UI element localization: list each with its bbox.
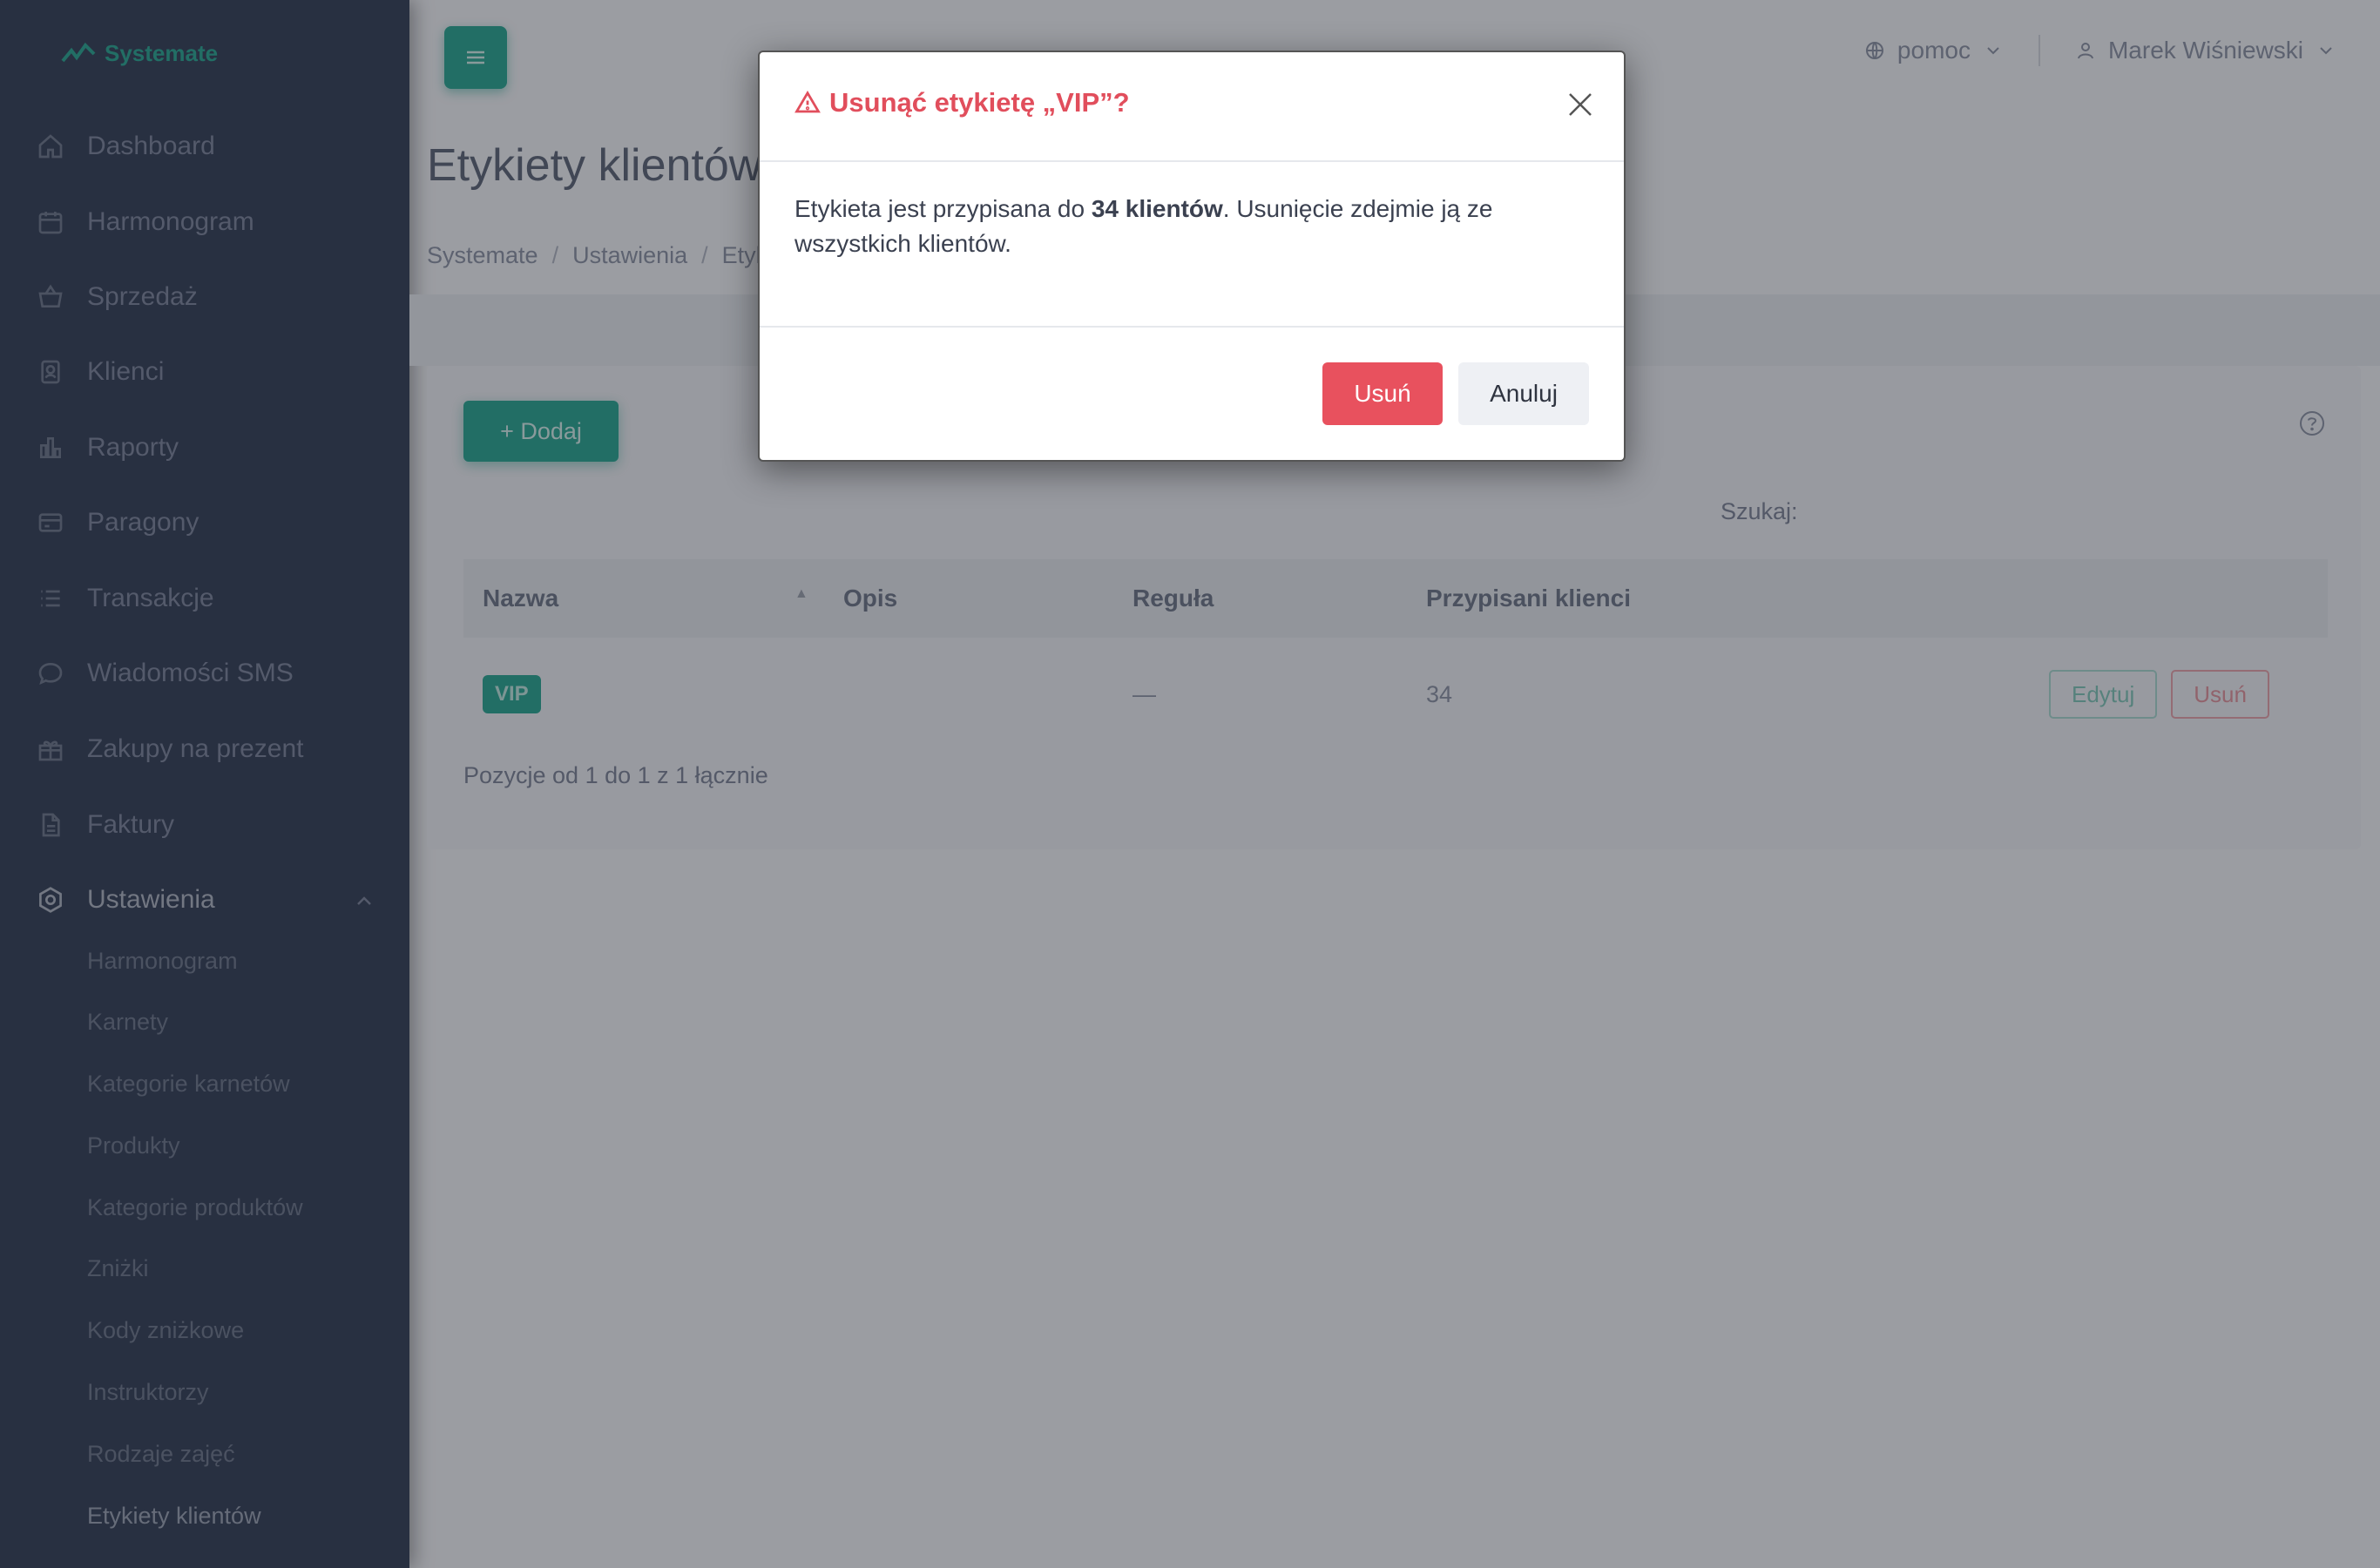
confirm-delete-button[interactable]: Usuń [1322,362,1443,425]
close-icon[interactable] [1563,87,1598,122]
dialog-footer: Usuń Anuluj [760,326,1624,462]
dialog-title-text: Usunąć etykietę „VIP”? [829,87,1130,118]
dialog-title: Usunąć etykietę „VIP”? [794,87,1130,118]
delete-confirm-dialog: Usunąć etykietę „VIP”? Etykieta jest prz… [758,51,1626,462]
dialog-message-count: 34 klientów [1091,195,1223,222]
dialog-message: Etykieta jest przypisana do 34 klientów.… [794,192,1596,261]
dialog-header: Usunąć etykietę „VIP”? [760,52,1624,162]
cancel-button[interactable]: Anuluj [1458,362,1589,425]
dialog-message-prefix: Etykieta jest przypisana do [794,195,1092,222]
warning-icon [794,91,821,113]
